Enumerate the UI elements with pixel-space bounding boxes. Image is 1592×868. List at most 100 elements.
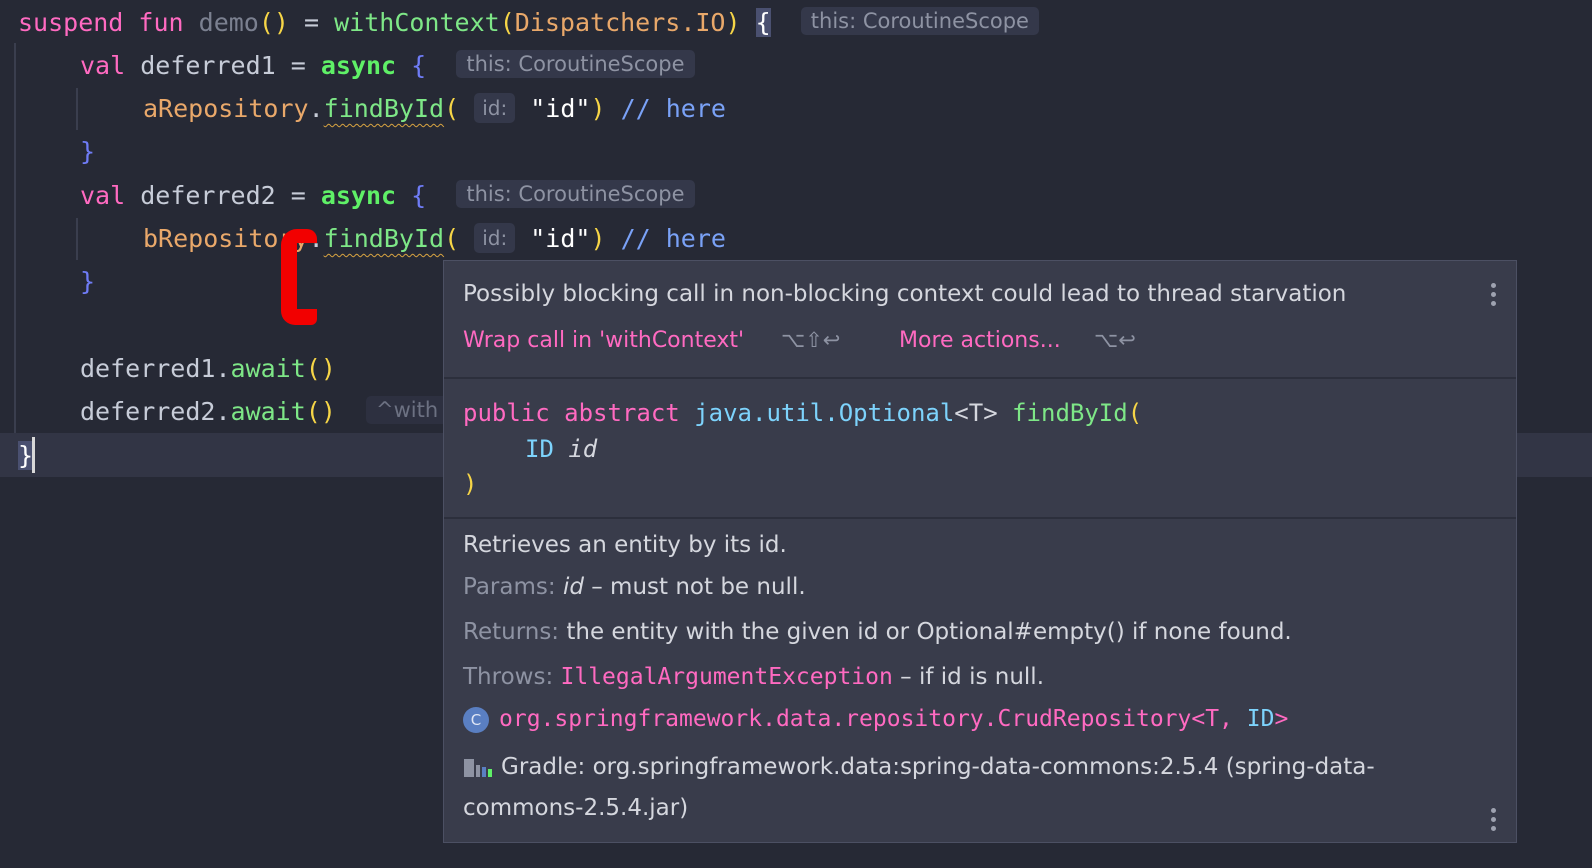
code-line-8[interactable]: deferred1.await() <box>80 347 336 390</box>
keyword-fun: fun <box>138 8 184 37</box>
warning-message: Possibly blocking call in non-blocking c… <box>463 281 1347 307</box>
doc-summary: Retrieves an entity by its id. <box>463 532 787 558</box>
repository-ref: aRepository <box>143 94 309 123</box>
call-withcontext: withContext <box>334 8 500 37</box>
code-line-9[interactable]: deferred2.await() ^with <box>80 390 449 433</box>
comment: // here <box>620 94 726 123</box>
call-async: async <box>320 181 397 210</box>
brace-close: } <box>80 267 96 296</box>
param-name: id <box>562 574 584 600</box>
doc-params-row: Params: id – must not be null. <box>463 574 806 600</box>
library-line-2: commons-2.5.4.jar) <box>463 795 689 821</box>
string-literal: "id" <box>530 94 591 123</box>
signature-param-type: ID <box>525 435 554 463</box>
paren-open: ( <box>444 94 460 123</box>
documentation-section: Retrieves an entity by its id. Params: i… <box>444 519 1516 842</box>
dispatcher-arg: Dispatchers.IO <box>514 8 726 37</box>
signature-line-2: ID id <box>525 435 597 463</box>
comment: // here <box>620 224 726 253</box>
param-description: – must not be null. <box>591 574 806 600</box>
brace-close: } <box>80 137 96 166</box>
paren-close: ) <box>590 94 606 123</box>
action2-shortcut: ⌥↩ <box>1094 328 1136 352</box>
variable-ref: deferred2 <box>80 397 216 426</box>
paren-close: ) <box>725 8 741 37</box>
library-line-1: Gradle: org.springframework.data:spring-… <box>501 754 1375 780</box>
signature-paren-open: ( <box>1127 399 1143 427</box>
paren-open: ( <box>444 224 460 253</box>
class-generic-id: ID <box>1246 706 1275 732</box>
inspection-popup[interactable]: Possibly blocking call in non-blocking c… <box>443 260 1517 843</box>
returns-description: the entity with the given id or Optional… <box>566 619 1292 645</box>
variable-name: deferred1 <box>140 51 276 80</box>
inlay-hint: this: CoroutineScope <box>456 180 695 208</box>
doc-throws-row: Throws: IllegalArgumentException – if id… <box>463 664 1044 690</box>
parens: () <box>305 354 336 383</box>
parens: () <box>258 8 289 37</box>
throws-description: – if id is null. <box>900 664 1045 690</box>
exception-link[interactable]: IllegalArgumentException <box>561 664 893 690</box>
paren-close: ) <box>590 224 606 253</box>
code-line-5[interactable]: val deferred2 = async { this: CoroutineS… <box>80 174 695 217</box>
signature-generic: <T> <box>954 399 998 427</box>
more-options-icon[interactable] <box>1491 808 1497 835</box>
parameter-hint: id: <box>474 93 516 123</box>
signature-param-name: id <box>568 435 598 463</box>
call-findbyid-warning[interactable]: findById <box>324 224 444 253</box>
brace-open: { <box>755 8 771 37</box>
code-line-1[interactable]: suspend fun demo() = withContext(Dispatc… <box>18 1 1039 44</box>
signature-line-1: public abstract java.util.Optional<T> fi… <box>463 399 1142 427</box>
function-name: demo <box>198 8 259 37</box>
call-findbyid-warning[interactable]: findById <box>324 94 444 123</box>
warning-section: Possibly blocking call in non-blocking c… <box>444 261 1516 377</box>
wrap-withcontext-action[interactable]: Wrap call in 'withContext' <box>463 328 744 353</box>
class-generic-close: > <box>1274 706 1289 732</box>
code-line-3[interactable]: aRepository.findById( id: "id") // here <box>143 87 726 130</box>
call-await: await <box>230 354 306 383</box>
dot: . <box>308 94 324 123</box>
code-line-4[interactable]: } <box>80 130 95 173</box>
doc-class-row: Corg.springframework.data.repository.Cru… <box>463 706 1288 733</box>
keyword-val: val <box>80 51 126 80</box>
parens: () <box>305 397 336 426</box>
code-line-10[interactable]: } <box>18 434 34 477</box>
equals: = <box>275 181 321 210</box>
code-line-7[interactable]: } <box>80 260 95 303</box>
more-options-icon[interactable] <box>1491 283 1497 310</box>
brace-open: { <box>411 181 427 210</box>
indent-guide <box>14 43 16 433</box>
variable-ref: deferred1 <box>80 354 216 383</box>
brace-open: { <box>411 51 427 80</box>
signature-section: public abstract java.util.Optional<T> fi… <box>444 379 1516 517</box>
signature-paren-close: ) <box>463 470 478 498</box>
keyword-suspend: suspend <box>18 8 124 37</box>
action1-shortcut: ⌥⇧↩ <box>781 328 841 352</box>
class-generic-open: <T, <box>1191 706 1247 732</box>
more-actions-link[interactable]: More actions... <box>899 328 1061 353</box>
call-async: async <box>320 51 397 80</box>
code-line-2[interactable]: val deferred1 = async { this: CoroutineS… <box>80 44 695 87</box>
brace-close: } <box>18 441 34 470</box>
signature-method-name: findById <box>1012 399 1128 427</box>
equals: = <box>275 51 321 80</box>
params-label: Params: <box>463 574 556 600</box>
doc-returns-row: Returns: the entity with the given id or… <box>463 619 1292 645</box>
keyword-val: val <box>80 181 126 210</box>
return-hint: ^with <box>366 396 449 424</box>
inlay-hint: this: CoroutineScope <box>456 50 695 78</box>
throws-label: Throws: <box>463 664 554 690</box>
indent-guide <box>76 218 78 260</box>
code-line-6[interactable]: bRepository.findById( id: "id") // here <box>143 217 726 260</box>
parameter-hint: id: <box>474 223 516 253</box>
class-link[interactable]: org.springframework.data.repository.Crud… <box>499 706 1191 732</box>
doc-library-row: Gradle: org.springframework.data:spring-… <box>463 754 1375 780</box>
signature-modifiers: public abstract <box>463 399 680 427</box>
library-icon <box>464 758 492 777</box>
paren-open: ( <box>499 8 515 37</box>
indent-guide <box>76 88 78 130</box>
inlay-hint: this: CoroutineScope <box>800 7 1039 35</box>
string-literal: "id" <box>530 224 591 253</box>
returns-label: Returns: <box>463 619 560 645</box>
signature-line-3: ) <box>463 470 477 498</box>
variable-name: deferred2 <box>140 181 276 210</box>
